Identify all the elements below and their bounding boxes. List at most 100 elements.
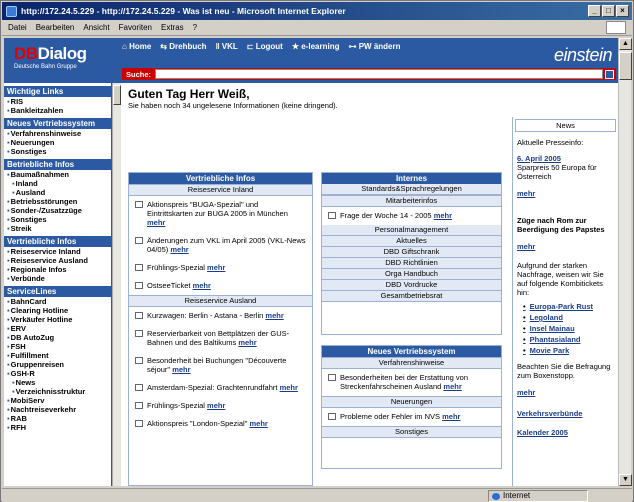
menu-ansicht[interactable]: Ansicht [83, 23, 109, 32]
neuerungen-header[interactable]: Neuerungen [322, 396, 501, 408]
nav-link[interactable]: RFH [4, 423, 111, 432]
verkehrsverbuende-link[interactable]: Verkehrsverbünde [513, 409, 618, 418]
maximize-button[interactable]: □ [602, 5, 615, 17]
more-link[interactable]: mehr [513, 242, 618, 251]
nav-link[interactable]: Bankleitzahlen [4, 106, 111, 115]
kombiticket-link[interactable]: Movie Park [513, 345, 618, 356]
internes-link[interactable]: Personalmanagement [322, 225, 501, 236]
panel-header: Neues Vertriebssystem [322, 346, 501, 357]
nav-link[interactable]: FSH [4, 342, 111, 351]
nav-link[interactable]: BahnCard [4, 297, 111, 306]
nav-link[interactable]: Sonstiges [4, 147, 111, 156]
more-link[interactable]: mehr [443, 382, 461, 391]
nav-link[interactable]: News [4, 378, 111, 387]
kombiticket-link[interactable]: Legoland [513, 312, 618, 323]
more-link[interactable]: mehr [170, 245, 188, 254]
more-link[interactable]: mehr [147, 218, 165, 227]
nav-link[interactable]: ERV [4, 324, 111, 333]
more-link[interactable]: mehr [442, 412, 460, 421]
more-link[interactable]: mehr [265, 311, 283, 320]
nav-drehbuch[interactable]: ⇆ Drehbuch [160, 42, 206, 51]
more-link[interactable]: mehr [280, 383, 298, 392]
nav-link[interactable]: Verzeichnisstruktur [4, 387, 111, 396]
reiseservice-ausland-header[interactable]: Reiseservice Ausland [129, 295, 312, 307]
nav-link[interactable]: Ausland [4, 188, 111, 197]
nav-link[interactable]: GSH-R [4, 369, 111, 378]
nav-logout[interactable]: ⊏ Logout [247, 42, 283, 51]
minimize-button[interactable]: _ [588, 5, 601, 17]
more-link[interactable]: mehr [249, 419, 267, 428]
more-link[interactable]: mehr [172, 365, 190, 374]
left-nav-scroll-thumb[interactable] [113, 85, 121, 105]
nav-link[interactable]: Clearing Hotline [4, 306, 111, 315]
nav-link[interactable]: MobiServ [4, 396, 111, 405]
nav-link[interactable]: Baumaßnahmen [4, 170, 111, 179]
more-link[interactable]: mehr [238, 338, 256, 347]
nav-link[interactable]: Reiseservice Ausland [4, 256, 111, 265]
dbdialog-logo[interactable]: DBDialog Deutsche Bahn Gruppe [14, 44, 112, 78]
sonstiges-header[interactable]: Sonstiges [322, 426, 501, 438]
more-link[interactable]: mehr [434, 211, 452, 220]
nav-link[interactable]: Verkäufer Hotline [4, 315, 111, 324]
more-link[interactable]: mehr [207, 401, 225, 410]
scroll-up-arrow-icon[interactable]: ▲ [619, 38, 632, 50]
nav-link[interactable]: Gruppenreisen [4, 360, 111, 369]
nav-link[interactable]: Sonder-/Zusatzzüge [4, 206, 111, 215]
nav-pw-aendern[interactable]: ⊶ PW ändern [348, 42, 400, 51]
nav-link[interactable]: Sonstiges [4, 215, 111, 224]
browser-window: http://172.24.5.229 - http://172.24.5.22… [0, 0, 634, 502]
nav-link[interactable]: Reiseservice Inland [4, 247, 111, 256]
kombiticket-link[interactable]: Insel Mainau [513, 323, 618, 334]
more-link[interactable]: mehr [193, 281, 211, 290]
internes-link[interactable]: Aktuelles [322, 236, 501, 247]
internes-link[interactable]: Standards&Sprachregelungen [322, 184, 501, 195]
menu-help[interactable]: ? [193, 23, 197, 32]
nav-section: Wichtige LinksRISBankleitzahlen [4, 86, 111, 115]
mitarbeiterinfos-header[interactable]: Mitarbeiterinfos [322, 195, 501, 207]
nav-elearning[interactable]: ★ e-learning [292, 42, 340, 51]
menu-extras[interactable]: Extras [161, 23, 184, 32]
nav-elearning-label: e-learning [301, 42, 340, 51]
more-link[interactable]: mehr [513, 189, 618, 198]
news-entry: Besonderheit bei Buchungen "Découverte s… [129, 352, 312, 379]
menu-datei[interactable]: Datei [8, 23, 27, 32]
nav-link[interactable]: RIS [4, 97, 111, 106]
nav-link[interactable]: Regionale Infos [4, 265, 111, 274]
nav-link[interactable]: Verbünde [4, 274, 111, 283]
presse-date-link[interactable]: 6. April 2005 [513, 154, 618, 163]
scroll-thumb[interactable] [619, 52, 632, 80]
close-button[interactable]: × [616, 5, 629, 17]
scroll-down-arrow-icon[interactable]: ▼ [619, 474, 632, 486]
internes-link[interactable]: Orga Handbuch [322, 269, 501, 280]
nav-link[interactable]: Inland [4, 179, 111, 188]
internes-link[interactable]: Gesamtbetriebsrat [322, 291, 501, 302]
nav-link[interactable]: Betriebsstörungen [4, 197, 111, 206]
search-go-button[interactable] [605, 69, 614, 79]
internes-link[interactable]: DBD Giftschrank [322, 247, 501, 258]
more-link[interactable]: mehr [513, 388, 618, 397]
entry-text: Kurzwagen: Berlin - Astana - Berlin mehr [147, 311, 284, 320]
nav-link[interactable]: Fulfillment [4, 351, 111, 360]
verfahrenshinweise-header[interactable]: Verfahrenshinweise [322, 357, 501, 369]
kombiticket-link[interactable]: Europa-Park Rust [513, 301, 618, 312]
nav-home[interactable]: ⌂ Home [122, 42, 151, 51]
search-input[interactable] [155, 69, 603, 79]
nav-vkl[interactable]: ‖ VKL [216, 42, 238, 51]
page-scrollbar[interactable]: ▲ ▼ [618, 38, 632, 486]
internes-link[interactable]: DBD Richtlinien [322, 258, 501, 269]
left-nav-scrollbar[interactable] [112, 83, 121, 486]
nav-link[interactable]: Nachtreiseverkehr [4, 405, 111, 414]
kalender-link[interactable]: Kalender 2005 [513, 428, 618, 437]
befragung-text: Beachten Sie die Befragung zum Boxenstop… [517, 362, 611, 380]
reiseservice-inland-header[interactable]: Reiseservice Inland [129, 184, 312, 196]
menu-bearbeiten[interactable]: Bearbeiten [36, 23, 75, 32]
nav-link[interactable]: Streik [4, 224, 111, 233]
nav-link[interactable]: DB AutoZug [4, 333, 111, 342]
internes-link[interactable]: DBD Vordrucke [322, 280, 501, 291]
nav-link[interactable]: Neuerungen [4, 138, 111, 147]
more-link[interactable]: mehr [207, 263, 225, 272]
menu-favoriten[interactable]: Favoriten [119, 23, 152, 32]
nav-link[interactable]: Verfahrenshinweise [4, 129, 111, 138]
kombiticket-link[interactable]: Phantasialand [513, 334, 618, 345]
nav-link[interactable]: RAB [4, 414, 111, 423]
